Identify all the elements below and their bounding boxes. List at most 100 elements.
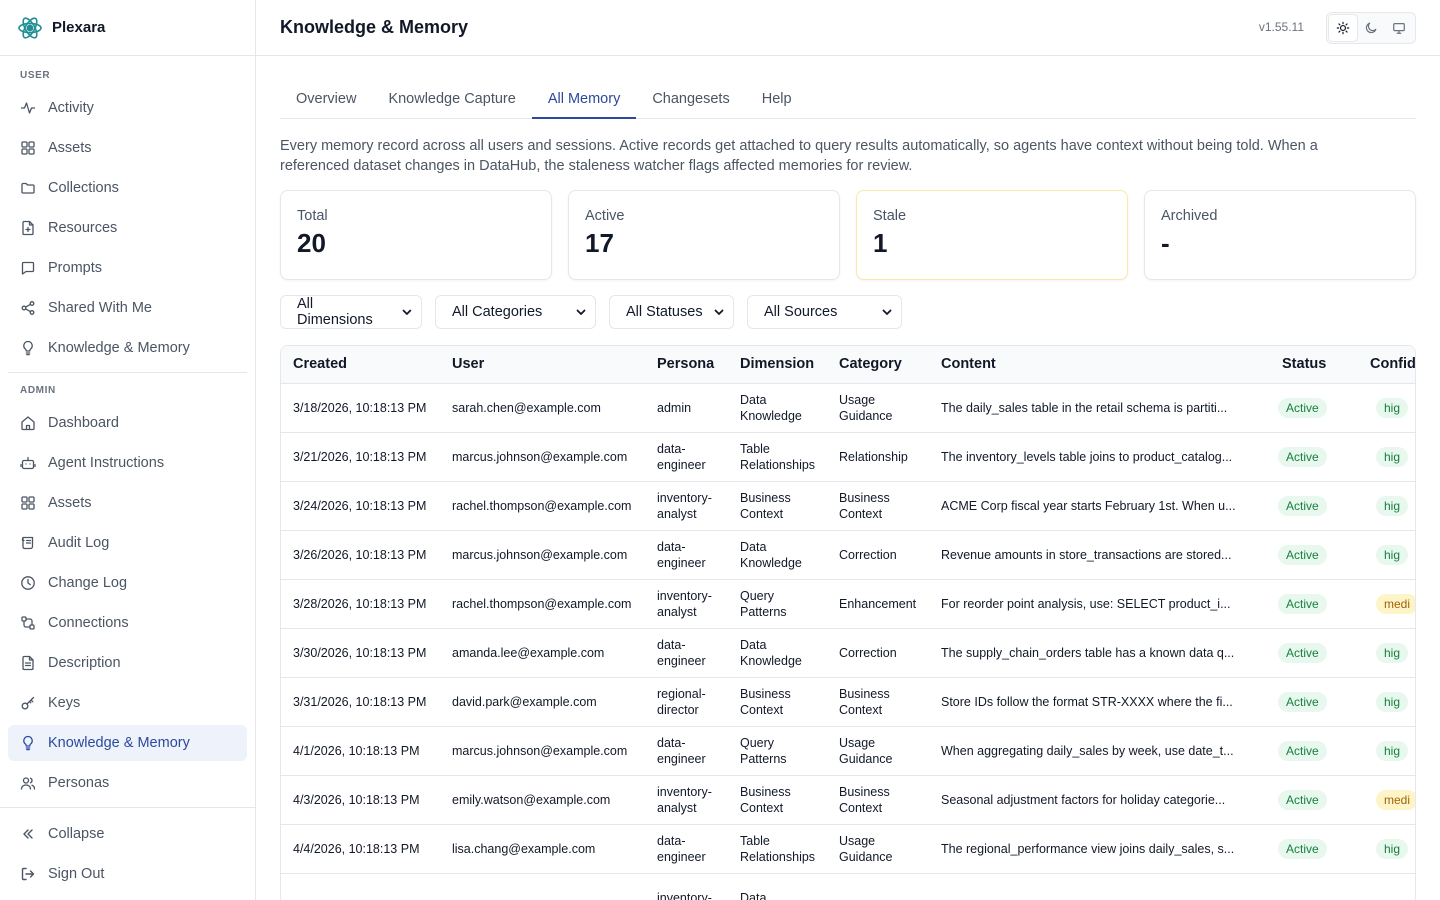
cell-dimension: Business Context [728, 481, 827, 531]
status-filter-value: All Statuses [626, 304, 703, 320]
stat-card-archived: Archived - [1144, 190, 1416, 280]
status-badge: Active [1278, 593, 1327, 614]
confidence-badge: hig [1376, 446, 1409, 467]
table-row[interactable]: 3/30/2026, 10:18:13 PM amanda.lee@example… [281, 628, 1415, 678]
sidebar-item-admin-personas[interactable]: Personas [8, 765, 247, 801]
sidebar-item-admin-keys[interactable]: Keys [8, 685, 247, 721]
tab-all-memory[interactable]: All Memory [531, 81, 637, 119]
tab-bar: Overview Knowledge Capture All Memory Chang… [280, 81, 1416, 119]
cell-status: Active [1270, 677, 1358, 727]
cell-dimension: Table Relationships [728, 432, 827, 482]
table-row[interactable]: 3/21/2026, 10:18:13 PM marcus.johnson@exa… [281, 432, 1415, 482]
sidebar-item-admin-agent-instructions[interactable]: Agent Instructions [8, 445, 247, 481]
sidebar-item-user-knowledge-and-memory[interactable]: Knowledge & Memory [8, 330, 247, 366]
column-header-created[interactable]: Created [281, 346, 440, 384]
page-title: Knowledge & Memory [280, 17, 469, 37]
tab-knowledge-capture[interactable]: Knowledge Capture [372, 81, 531, 119]
sidebar-item-admin-knowledge-and-memory[interactable]: Knowledge & Memory [8, 725, 247, 761]
table-row[interactable]: 3/28/2026, 10:18:13 PM rachel.thompson@ex… [281, 579, 1415, 629]
tab-overview[interactable]: Overview [280, 81, 372, 119]
column-header-status[interactable]: Status [1270, 346, 1358, 384]
table-row[interactable]: inventory- Data [281, 873, 1415, 900]
table-row[interactable]: 4/4/2026, 10:18:13 PM lisa.chang@example.… [281, 824, 1415, 874]
sidebar-footer: Collapse Sign Out [0, 807, 255, 896]
table-row[interactable]: 3/24/2026, 10:18:13 PM rachel.thompson@ex… [281, 481, 1415, 531]
column-header-dimension[interactable]: Dimension [728, 346, 827, 384]
cell-created: 3/31/2026, 10:18:13 PM [281, 677, 440, 727]
table-row[interactable]: 3/26/2026, 10:18:13 PM marcus.johnson@exa… [281, 530, 1415, 580]
tab-changesets[interactable]: Changesets [636, 81, 745, 119]
cell-content: When aggregating daily_sales by week, us… [929, 726, 1270, 776]
sidebar-item-user-activity[interactable]: Activity [8, 90, 247, 126]
cell-confidence: hig [1358, 530, 1415, 580]
status-filter-select[interactable]: All Statuses [609, 295, 734, 329]
cell-status: Active [1270, 383, 1358, 433]
cell-status: Active [1270, 824, 1358, 874]
cell-created [281, 873, 440, 900]
confidence-badge: hig [1376, 544, 1409, 565]
sidebar-item-label: Agent Instructions [48, 455, 165, 471]
cell-user: emily.watson@example.com [440, 775, 645, 825]
brand[interactable]: Plexara [0, 0, 255, 56]
sidebar-item-user-resources[interactable]: Resources [8, 210, 247, 246]
stat-value: 20 [297, 228, 326, 258]
status-badge: Active [1278, 789, 1327, 810]
sidebar-item-user-assets[interactable]: Assets [8, 130, 247, 166]
sidebar-item-user-prompts[interactable]: Prompts [8, 250, 247, 286]
dimension-filter-select[interactable]: All Dimensions [280, 295, 422, 329]
message-icon [20, 260, 36, 276]
column-header-content[interactable]: Content [929, 346, 1270, 384]
sidebar-item-user-shared-with-me[interactable]: Shared With Me [8, 290, 247, 326]
moon-icon [1365, 22, 1377, 34]
cell-persona: data-engineer [645, 726, 728, 776]
column-header-category[interactable]: Category [827, 346, 929, 384]
system-theme-button[interactable] [1385, 15, 1413, 41]
connections-icon [20, 615, 36, 631]
users-icon [20, 775, 36, 791]
sidebar-item-admin-change-log[interactable]: Change Log [8, 565, 247, 601]
stat-card-total: Total 20 [280, 190, 552, 280]
column-header-persona[interactable]: Persona [645, 346, 728, 384]
cell-dimension: Business Context [728, 775, 827, 825]
cell-user: lisa.chang@example.com [440, 824, 645, 874]
stat-label: Active [585, 208, 625, 224]
table-row[interactable]: 4/3/2026, 10:18:13 PM emily.watson@exampl… [281, 775, 1415, 825]
sidebar-item-label: Keys [48, 695, 81, 711]
category-filter-select[interactable]: All Categories [435, 295, 596, 329]
cell-created: 3/24/2026, 10:18:13 PM [281, 481, 440, 531]
sidebar-item-user-collections[interactable]: Collections [8, 170, 247, 206]
dark-theme-button[interactable] [1357, 15, 1385, 41]
sidebar-item-admin-dashboard[interactable]: Dashboard [8, 405, 247, 441]
memory-table-container[interactable]: Created User Persona Dimension Category Conte… [280, 345, 1416, 900]
column-header-confid[interactable]: Confid [1358, 346, 1415, 384]
table-row[interactable]: 3/18/2026, 10:18:13 PM sarah.chen@example… [281, 383, 1415, 433]
sign-out-button[interactable]: Sign Out [8, 856, 247, 892]
sidebar-item-label: Connections [48, 615, 129, 631]
source-filter-select[interactable]: All Sources [747, 295, 902, 329]
tab-help[interactable]: Help [746, 81, 808, 119]
table-row[interactable]: 4/1/2026, 10:18:13 PM marcus.johnson@exam… [281, 726, 1415, 776]
light-theme-button[interactable] [1329, 15, 1357, 41]
stat-label: Total [297, 208, 328, 224]
document-icon [20, 655, 36, 671]
column-header-user[interactable]: User [440, 346, 645, 384]
theme-switcher [1326, 12, 1416, 44]
cell-created: 4/3/2026, 10:18:13 PM [281, 775, 440, 825]
table-row[interactable]: 3/31/2026, 10:18:13 PM david.park@example… [281, 677, 1415, 727]
cell-category: Enhancement [827, 579, 929, 629]
cell-dimension: Query Patterns [728, 579, 827, 629]
status-badge: Active [1278, 838, 1327, 859]
sidebar-item-admin-connections[interactable]: Connections [8, 605, 247, 641]
cell-confidence: hig [1358, 481, 1415, 531]
cell-created: 4/1/2026, 10:18:13 PM [281, 726, 440, 776]
cell-dimension: Business Context [728, 677, 827, 727]
collapse-button[interactable]: Collapse [8, 816, 247, 852]
cell-status: Active [1270, 579, 1358, 629]
lightbulb-icon [20, 735, 36, 751]
cell-dimension: Table Relationships [728, 824, 827, 874]
sidebar-item-label: Change Log [48, 575, 128, 591]
sidebar-item-admin-description[interactable]: Description [8, 645, 247, 681]
cell-user [440, 873, 645, 900]
sidebar-item-admin-assets[interactable]: Assets [8, 485, 247, 521]
sidebar-item-admin-audit-log[interactable]: Audit Log [8, 525, 247, 561]
